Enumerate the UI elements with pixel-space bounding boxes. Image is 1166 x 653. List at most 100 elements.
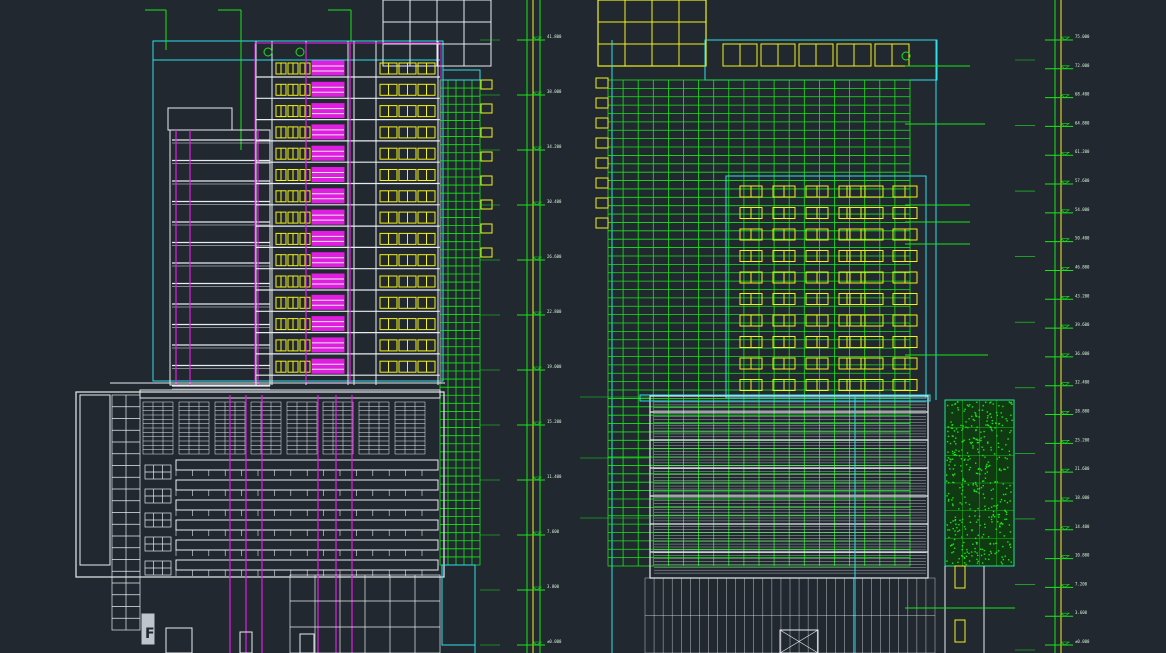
mesh-dot [949, 521, 952, 524]
mesh-dot [977, 448, 979, 451]
mesh-dot [987, 415, 989, 417]
mesh-dot [952, 435, 954, 438]
mesh-dot [984, 526, 986, 529]
mesh-dot [968, 503, 971, 506]
mesh-dot [962, 479, 964, 482]
mesh-dot [1001, 522, 1003, 525]
mesh-dot [949, 545, 952, 547]
mesh-dot [954, 437, 957, 439]
mesh-dot [962, 478, 965, 480]
mesh-dot [985, 401, 987, 403]
magenta-core-bay [311, 145, 345, 161]
mesh-dot [966, 548, 968, 551]
mesh-dot [982, 485, 984, 487]
mesh-dot [998, 469, 1001, 471]
mesh-dot [983, 449, 985, 451]
level-label: 75.000 [1075, 34, 1090, 39]
mesh-dot [976, 441, 979, 444]
mesh-dot [976, 485, 978, 487]
mesh-dot [946, 524, 948, 526]
mesh-dot [1000, 561, 1003, 563]
level-label: 61.200 [1075, 149, 1090, 154]
mesh-dot [968, 403, 971, 406]
mesh-dot [984, 508, 987, 511]
mesh-dot [947, 435, 950, 438]
level-label: 26.600 [547, 254, 562, 259]
mesh-dot [986, 420, 988, 422]
mesh-dot [959, 519, 961, 522]
mesh-dot [951, 424, 953, 426]
mesh-dot [974, 551, 976, 553]
mesh-dot [971, 415, 973, 418]
level-label: 39.600 [1075, 322, 1090, 327]
mesh-dot [964, 528, 967, 530]
mesh-dot [980, 437, 982, 439]
mesh-dot [983, 430, 985, 433]
mesh-dot [949, 442, 952, 445]
level-label: ±0.000 [1075, 639, 1090, 644]
mesh-dot [990, 552, 993, 554]
mesh-dot [972, 447, 974, 449]
mesh-dot [988, 554, 990, 556]
mesh-dot [1004, 500, 1006, 502]
mesh-dot [1000, 498, 1003, 501]
mesh-dot [1006, 487, 1008, 489]
mesh-dot [955, 428, 958, 430]
level-label: 7.600 [547, 529, 560, 534]
mesh-dot [1002, 545, 1004, 548]
mesh-dot [951, 499, 953, 501]
mesh-dot [971, 529, 973, 531]
mesh-dot [990, 518, 993, 521]
level-label: 30.400 [547, 199, 562, 204]
mesh-dot [981, 536, 983, 538]
mesh-dot [989, 426, 991, 428]
mesh-dot [1009, 546, 1012, 549]
mesh-dot [955, 523, 957, 525]
mesh-dot [976, 542, 978, 544]
mesh-dot [1005, 518, 1008, 520]
mesh-dot [953, 430, 956, 432]
mesh-dot [1000, 430, 1003, 432]
mesh-dot [997, 446, 1000, 448]
mesh-dot [966, 551, 968, 553]
mesh-dot [948, 464, 950, 466]
mesh-dot [995, 542, 997, 545]
mesh-dot [1007, 541, 1009, 543]
mesh-dot [1001, 563, 1003, 565]
mesh-dot [963, 525, 966, 528]
mesh-dot [947, 451, 949, 453]
mesh-dot [980, 554, 983, 557]
mesh-dot [972, 484, 974, 486]
mesh-dot [970, 442, 972, 445]
mesh-dot [1005, 418, 1007, 420]
mesh-dot [987, 461, 990, 463]
mesh-dot [957, 431, 959, 433]
mesh-dot [960, 424, 962, 427]
mesh-dot [975, 521, 978, 523]
mesh-dot [947, 500, 950, 502]
mesh-dot [971, 555, 973, 557]
level-label: 32.400 [1075, 380, 1090, 385]
mesh-dot [1005, 513, 1008, 516]
mesh-dot [974, 411, 976, 414]
mesh-dot [946, 480, 948, 482]
mesh-dot [968, 552, 970, 555]
mesh-dot [991, 429, 993, 432]
mesh-dot [975, 483, 977, 485]
mesh-dot [1011, 403, 1013, 405]
mesh-dot [957, 407, 959, 409]
mesh-dot [998, 513, 1000, 516]
mesh-dot [980, 431, 982, 433]
mesh-dot [969, 458, 971, 460]
mesh-dot [1002, 405, 1004, 408]
mesh-dot [947, 492, 950, 495]
mesh-dot [988, 558, 990, 561]
mesh-dot [997, 550, 1000, 552]
mesh-dot [960, 465, 962, 467]
mesh-dot [967, 459, 969, 461]
mesh-dot [1010, 491, 1012, 493]
mesh-dot [992, 510, 995, 513]
mesh-dot [1001, 556, 1003, 558]
mesh-dot [952, 520, 954, 522]
level-label: 54.000 [1075, 207, 1090, 212]
